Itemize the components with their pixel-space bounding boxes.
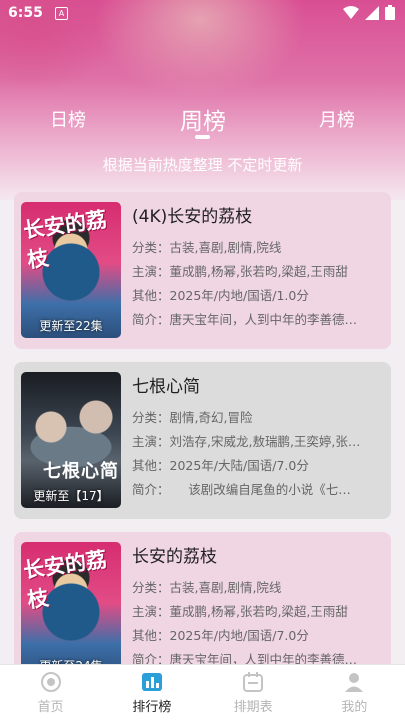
nav-ranking-label: 排行榜: [132, 700, 172, 715]
show-cast: 主演：董成鹏,杨幂,张若昀,梁超,王雨甜: [132, 604, 348, 619]
poster-title-art: 长安的荔枝: [21, 207, 109, 273]
show-poster[interactable]: 长安的荔枝 更新至22集: [21, 202, 121, 338]
show-card[interactable]: 长安的荔枝 更新至22集 (4K)长安的荔枝 分类：古装,喜剧,剧情,院线 主演…: [14, 192, 391, 349]
show-title[interactable]: 长安的荔枝: [132, 542, 382, 567]
status-bar: 6:55 A: [0, 0, 405, 28]
ranking-tabs: 日榜 周榜 月榜: [0, 100, 405, 140]
show-category: 分类：剧情,奇幻,冒险: [132, 410, 253, 425]
tab-day[interactable]: 日榜: [50, 106, 86, 132]
ranking-icon: [141, 673, 162, 691]
show-info: 长安的荔枝 分类：古装,喜剧,剧情,院线 主演：董成鹏,杨幂,张若昀,梁超,王雨…: [132, 542, 382, 675]
bottom-nav: 首页 排行榜 排期表 我的: [0, 664, 405, 721]
show-title[interactable]: (4K)长安的荔枝: [132, 202, 382, 227]
tab-month[interactable]: 月榜: [319, 106, 355, 132]
show-poster[interactable]: 七根心简 更新至【17】: [21, 372, 121, 508]
show-title[interactable]: 七根心简: [132, 372, 382, 397]
nav-mine-label: 我的: [341, 700, 368, 715]
show-summary: 简介：唐天宝年间，人到中年的李善德…: [132, 312, 358, 327]
active-tab-indicator: [195, 135, 210, 139]
show-other: 其他：2025年/大陆/国语/7.0分: [132, 458, 309, 473]
update-status: 更新至【17】: [33, 489, 109, 503]
show-cast: 主演：刘浩存,宋威龙,敖瑞鹏,王奕婷,张…: [132, 434, 361, 449]
status-icons: [343, 5, 395, 20]
show-card[interactable]: 七根心简 更新至【17】 七根心简 分类：剧情,奇幻,冒险 主演：刘浩存,宋威龙…: [14, 362, 391, 519]
tab-week[interactable]: 周榜: [180, 102, 226, 136]
signal-icon: [365, 5, 379, 20]
battery-icon: [385, 5, 395, 20]
update-status: 更新至22集: [39, 319, 103, 333]
poster-title-art: 七根心简: [43, 461, 119, 482]
home-icon: [40, 672, 61, 692]
show-info: 七根心简 分类：剧情,奇幻,冒险 主演：刘浩存,宋威龙,敖瑞鹏,王奕婷,张… 其…: [132, 372, 382, 505]
nav-schedule-label: 排期表: [233, 700, 273, 715]
show-category: 分类：古装,喜剧,剧情,院线: [132, 240, 282, 255]
show-other: 其他：2025年/内地/国语/1.0分: [132, 288, 309, 303]
status-time: 6:55: [8, 5, 43, 21]
show-poster[interactable]: 长安的荔枝 更新至24集: [21, 542, 121, 678]
nav-schedule[interactable]: 排期表: [203, 665, 304, 721]
nav-home-label: 首页: [37, 700, 64, 715]
nav-home[interactable]: 首页: [0, 665, 101, 721]
show-cast: 主演：董成鹏,杨幂,张若昀,梁超,王雨甜: [132, 264, 348, 279]
wifi-icon: [343, 5, 359, 19]
ranking-subtitle: 根据当前热度整理 不定时更新: [102, 156, 303, 174]
nav-ranking[interactable]: 排行榜: [101, 665, 202, 721]
poster-title-art: 长安的荔枝: [21, 547, 109, 613]
show-info: (4K)长安的荔枝 分类：古装,喜剧,剧情,院线 主演：董成鹏,杨幂,张若昀,梁…: [132, 202, 382, 335]
show-category: 分类：古装,喜剧,剧情,院线: [132, 580, 282, 595]
calendar-icon: [243, 672, 264, 692]
nav-mine[interactable]: 我的: [304, 665, 405, 721]
show-summary: 简介： 该剧改编自尾鱼的小说《七…: [132, 482, 351, 497]
show-other: 其他：2025年/内地/国语/7.0分: [132, 628, 309, 643]
notification-badge: A: [55, 7, 68, 20]
user-icon: [345, 673, 364, 692]
